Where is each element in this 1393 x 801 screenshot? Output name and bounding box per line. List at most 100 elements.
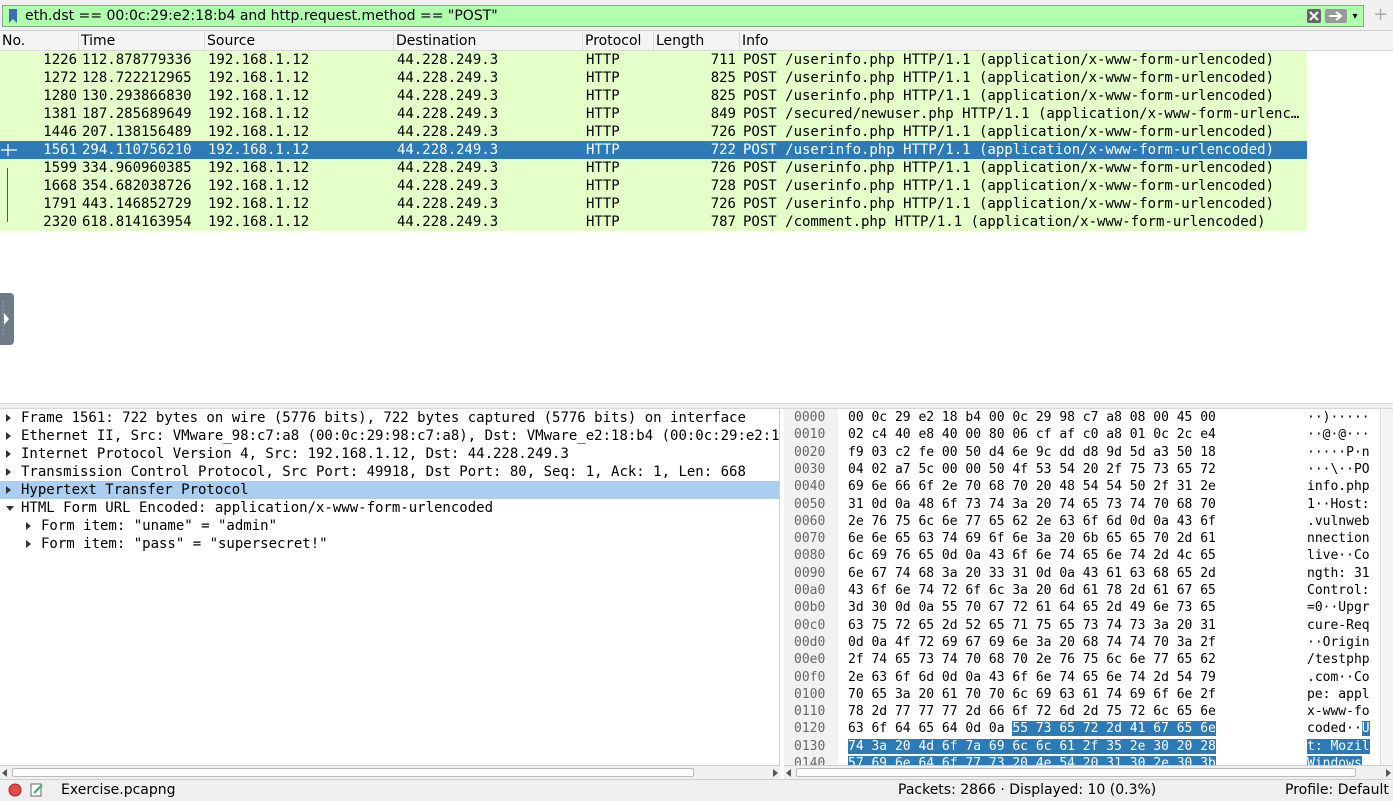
byte-hex: 70 65 3a 20 61 70 70 6c 69 63 61 74 69 6… bbox=[848, 686, 1216, 702]
scroll-left-icon[interactable] bbox=[786, 769, 791, 777]
tree-item[interactable]: Internet Protocol Version 4, Src: 192.16… bbox=[0, 445, 779, 463]
packet-no: 2320 bbox=[43, 214, 77, 230]
bytes-row[interactable]: 00e0 2f 74 65 73 74 70 68 70 2e 76 75 6c … bbox=[784, 651, 1393, 668]
column-header-time[interactable]: Time bbox=[79, 31, 205, 51]
packet-info: POST /userinfo.php HTTP/1.1 (application… bbox=[743, 52, 1275, 68]
packet-row[interactable]: 1226 112.878779336 192.168.1.12 44.228.249.… bbox=[0, 51, 1307, 69]
bytes-row[interactable]: 0020 f9 03 c2 fe 00 50 d4 6e 9c dd d8 9d … bbox=[784, 444, 1393, 461]
bytes-row[interactable]: 0040 69 6e 66 6f 2e 70 68 70 20 48 54 54 … bbox=[784, 478, 1393, 495]
byte-hex: 3d 30 0d 0a 55 70 67 72 61 64 65 2d 49 6… bbox=[848, 600, 1216, 616]
bytes-row[interactable]: 0060 2e 76 75 6c 6e 77 65 62 2e 63 6f 6d … bbox=[784, 513, 1393, 530]
add-filter-button-icon[interactable]: + bbox=[1373, 5, 1388, 25]
bytes-row[interactable]: 0000 00 0c 29 e2 18 b4 00 0c 29 98 c7 a8 … bbox=[784, 409, 1393, 426]
chevron-down-icon[interactable]: ▾ bbox=[1347, 7, 1363, 25]
collapsed-arrow-icon[interactable] bbox=[6, 414, 11, 422]
bytes-row[interactable]: 0030 04 02 a7 5c 00 00 50 4f 53 54 20 2f … bbox=[784, 461, 1393, 478]
bookmark-icon[interactable] bbox=[5, 6, 21, 26]
sidebar-toggle-handle[interactable] bbox=[0, 293, 14, 345]
byte-ascii-highlighted: Windows bbox=[1307, 756, 1362, 765]
packet-row[interactable]: 1381 187.285689649 192.168.1.12 44.228.249.… bbox=[0, 105, 1307, 123]
collapsed-arrow-icon[interactable] bbox=[6, 486, 11, 494]
column-header-protocol[interactable]: Protocol bbox=[583, 31, 654, 51]
packet-row[interactable]: 1446 207.138156489 192.168.1.12 44.228.249.… bbox=[0, 123, 1307, 141]
byte-offset: 0020 bbox=[794, 444, 826, 460]
capture-comment-icon[interactable] bbox=[30, 783, 44, 801]
collapsed-arrow-icon[interactable] bbox=[26, 522, 31, 530]
packet-time: 130.293866830 bbox=[82, 88, 192, 104]
column-header-length[interactable]: Length bbox=[654, 31, 740, 51]
collapsed-arrow-icon[interactable] bbox=[6, 450, 11, 458]
column-header-destination[interactable]: Destination bbox=[394, 31, 583, 51]
bytes-row[interactable]: 0140 57 69 6e 64 6f 77 73 20 4e 54 20 31 … bbox=[784, 755, 1393, 765]
scroll-left-icon[interactable] bbox=[2, 769, 7, 777]
clear-filter-icon[interactable] bbox=[1303, 7, 1325, 25]
status-bar: Exercise.pcapng Packets: 2866 · Displaye… bbox=[0, 779, 1393, 801]
bytes-scroll-thumb[interactable] bbox=[796, 768, 1356, 777]
tree-item[interactable]: Hypertext Transfer Protocol bbox=[0, 481, 779, 499]
tree-item[interactable]: Form item: "pass" = "supersecret!" bbox=[0, 535, 779, 553]
packet-length: 711 bbox=[710, 52, 736, 68]
byte-ascii: ··@·@··· bbox=[1307, 427, 1370, 443]
byte-offset: 0110 bbox=[794, 704, 826, 720]
bytes-row[interactable]: 0090 6e 67 74 68 3a 20 33 31 0d 0a 43 61 … bbox=[784, 565, 1393, 582]
collapsed-arrow-icon[interactable] bbox=[6, 468, 11, 476]
packet-row[interactable]: 1272 128.722212965 192.168.1.12 44.228.249.… bbox=[0, 69, 1307, 87]
expert-info-icon[interactable] bbox=[8, 783, 22, 801]
packet-protocol: HTTP bbox=[586, 88, 620, 104]
byte-offset: 0030 bbox=[794, 461, 826, 477]
bytes-row[interactable]: 0010 02 c4 40 e8 40 00 80 06 cf af c0 a8 … bbox=[784, 426, 1393, 443]
scroll-right-icon[interactable] bbox=[773, 769, 778, 777]
collapsed-arrow-icon[interactable] bbox=[6, 432, 11, 440]
column-header-source[interactable]: Source bbox=[205, 31, 394, 51]
bytes-row[interactable]: 0050 31 0d 0a 48 6f 73 74 3a 20 74 65 73 … bbox=[784, 496, 1393, 513]
bytes-row[interactable]: 00b0 3d 30 0d 0a 55 70 67 72 61 64 65 2d … bbox=[784, 599, 1393, 616]
packet-info: POST /userinfo.php HTTP/1.1 (application… bbox=[743, 142, 1275, 158]
column-header-info[interactable]: Info bbox=[740, 31, 1393, 51]
packet-row[interactable]: 2320 618.814163954 192.168.1.12 44.228.249.… bbox=[0, 213, 1307, 231]
byte-hex: 04 02 a7 5c 00 00 50 4f 53 54 20 2f 75 7… bbox=[848, 461, 1216, 477]
bytes-row[interactable]: 0110 78 2d 77 77 77 2d 66 6f 72 6d 2d 75 … bbox=[784, 703, 1393, 720]
details-horizontal-scrollbar[interactable] bbox=[0, 765, 780, 779]
bytes-row[interactable]: 00a0 43 6f 6e 74 72 6f 6c 3a 20 6d 61 78 … bbox=[784, 582, 1393, 599]
tree-item[interactable]: Frame 1561: 722 bytes on wire (5776 bits… bbox=[0, 409, 779, 427]
packet-row[interactable]: 1668 354.682038726 192.168.1.12 44.228.249.… bbox=[0, 177, 1307, 195]
profile-status[interactable]: Profile: Default bbox=[1285, 782, 1389, 798]
collapsed-arrow-icon[interactable] bbox=[26, 540, 31, 548]
bytes-row[interactable]: 00d0 0d 0a 4f 72 69 67 69 6e 3a 20 68 74 … bbox=[784, 634, 1393, 651]
bytes-row[interactable]: 0070 6e 6e 65 63 74 69 6f 6e 3a 20 6b 65 … bbox=[784, 530, 1393, 547]
byte-offset: 00f0 bbox=[794, 669, 826, 685]
byte-hex: 74 3a 20 4d 6f 7a 69 6c 6c 61 2f 35 2e 3… bbox=[848, 738, 1216, 755]
bytes-horizontal-scrollbar[interactable] bbox=[784, 765, 1393, 779]
tree-item[interactable]: Transmission Control Protocol, Src Port:… bbox=[0, 463, 779, 481]
packet-length: 722 bbox=[710, 142, 736, 158]
packet-row[interactable]: 1561 294.110756210 192.168.1.12 44.228.249.… bbox=[0, 141, 1307, 159]
bytes-row[interactable]: 0120 63 6f 64 65 64 0d 0a 55 73 65 72 2d … bbox=[784, 720, 1393, 737]
tree-item[interactable]: Ethernet II, Src: VMware_98:c7:a8 (00:0c… bbox=[0, 427, 779, 445]
bytes-row[interactable]: 0080 6c 69 76 65 0d 0a 43 6f 6e 74 65 6e … bbox=[784, 547, 1393, 564]
tree-item[interactable]: Form item: "uname" = "admin" bbox=[0, 517, 779, 535]
expanded-arrow-icon[interactable] bbox=[6, 506, 14, 511]
bytes-row[interactable]: 0130 74 3a 20 4d 6f 7a 69 6c 6c 61 2f 35 … bbox=[784, 738, 1393, 755]
details-scroll-thumb[interactable] bbox=[12, 768, 694, 777]
byte-offset: 0050 bbox=[794, 496, 826, 512]
scroll-right-icon[interactable] bbox=[1386, 769, 1391, 777]
packet-row[interactable]: 1280 130.293866830 192.168.1.12 44.228.249.… bbox=[0, 87, 1307, 105]
display-filter-input[interactable]: eth.dst == 00:0c:29:e2:18:b4 and http.re… bbox=[2, 5, 1364, 27]
byte-ascii: .vulnweb bbox=[1307, 513, 1370, 529]
packet-protocol: HTTP bbox=[586, 106, 620, 122]
display-filter-text[interactable]: eth.dst == 00:0c:29:e2:18:b4 and http.re… bbox=[25, 8, 1303, 24]
tree-item[interactable]: HTML Form URL Encoded: application/x-www… bbox=[0, 499, 779, 517]
byte-offset: 0100 bbox=[794, 686, 826, 702]
byte-offset: 0090 bbox=[794, 565, 826, 581]
packet-info: POST /secured/newuser.php HTTP/1.1 (appl… bbox=[743, 106, 1305, 122]
apply-filter-icon[interactable] bbox=[1325, 7, 1347, 25]
packet-row[interactable]: 1599 334.960960385 192.168.1.12 44.228.249.… bbox=[0, 159, 1307, 177]
packet-row[interactable]: 1791 443.146852729 192.168.1.12 44.228.249.… bbox=[0, 195, 1307, 213]
bytes-row[interactable]: 0100 70 65 3a 20 61 70 70 6c 69 63 61 74 … bbox=[784, 686, 1393, 703]
packet-protocol: HTTP bbox=[586, 160, 620, 176]
packet-no: 1791 bbox=[43, 196, 77, 212]
bytes-vertical-scrollbar[interactable] bbox=[1380, 409, 1393, 765]
bytes-row[interactable]: 00f0 2e 63 6f 6d 0d 0a 43 6f 6e 74 65 6e … bbox=[784, 669, 1393, 686]
column-header-no[interactable]: No. bbox=[0, 31, 79, 51]
bytes-row[interactable]: 00c0 63 75 72 65 2d 52 65 71 75 65 73 74 … bbox=[784, 617, 1393, 634]
